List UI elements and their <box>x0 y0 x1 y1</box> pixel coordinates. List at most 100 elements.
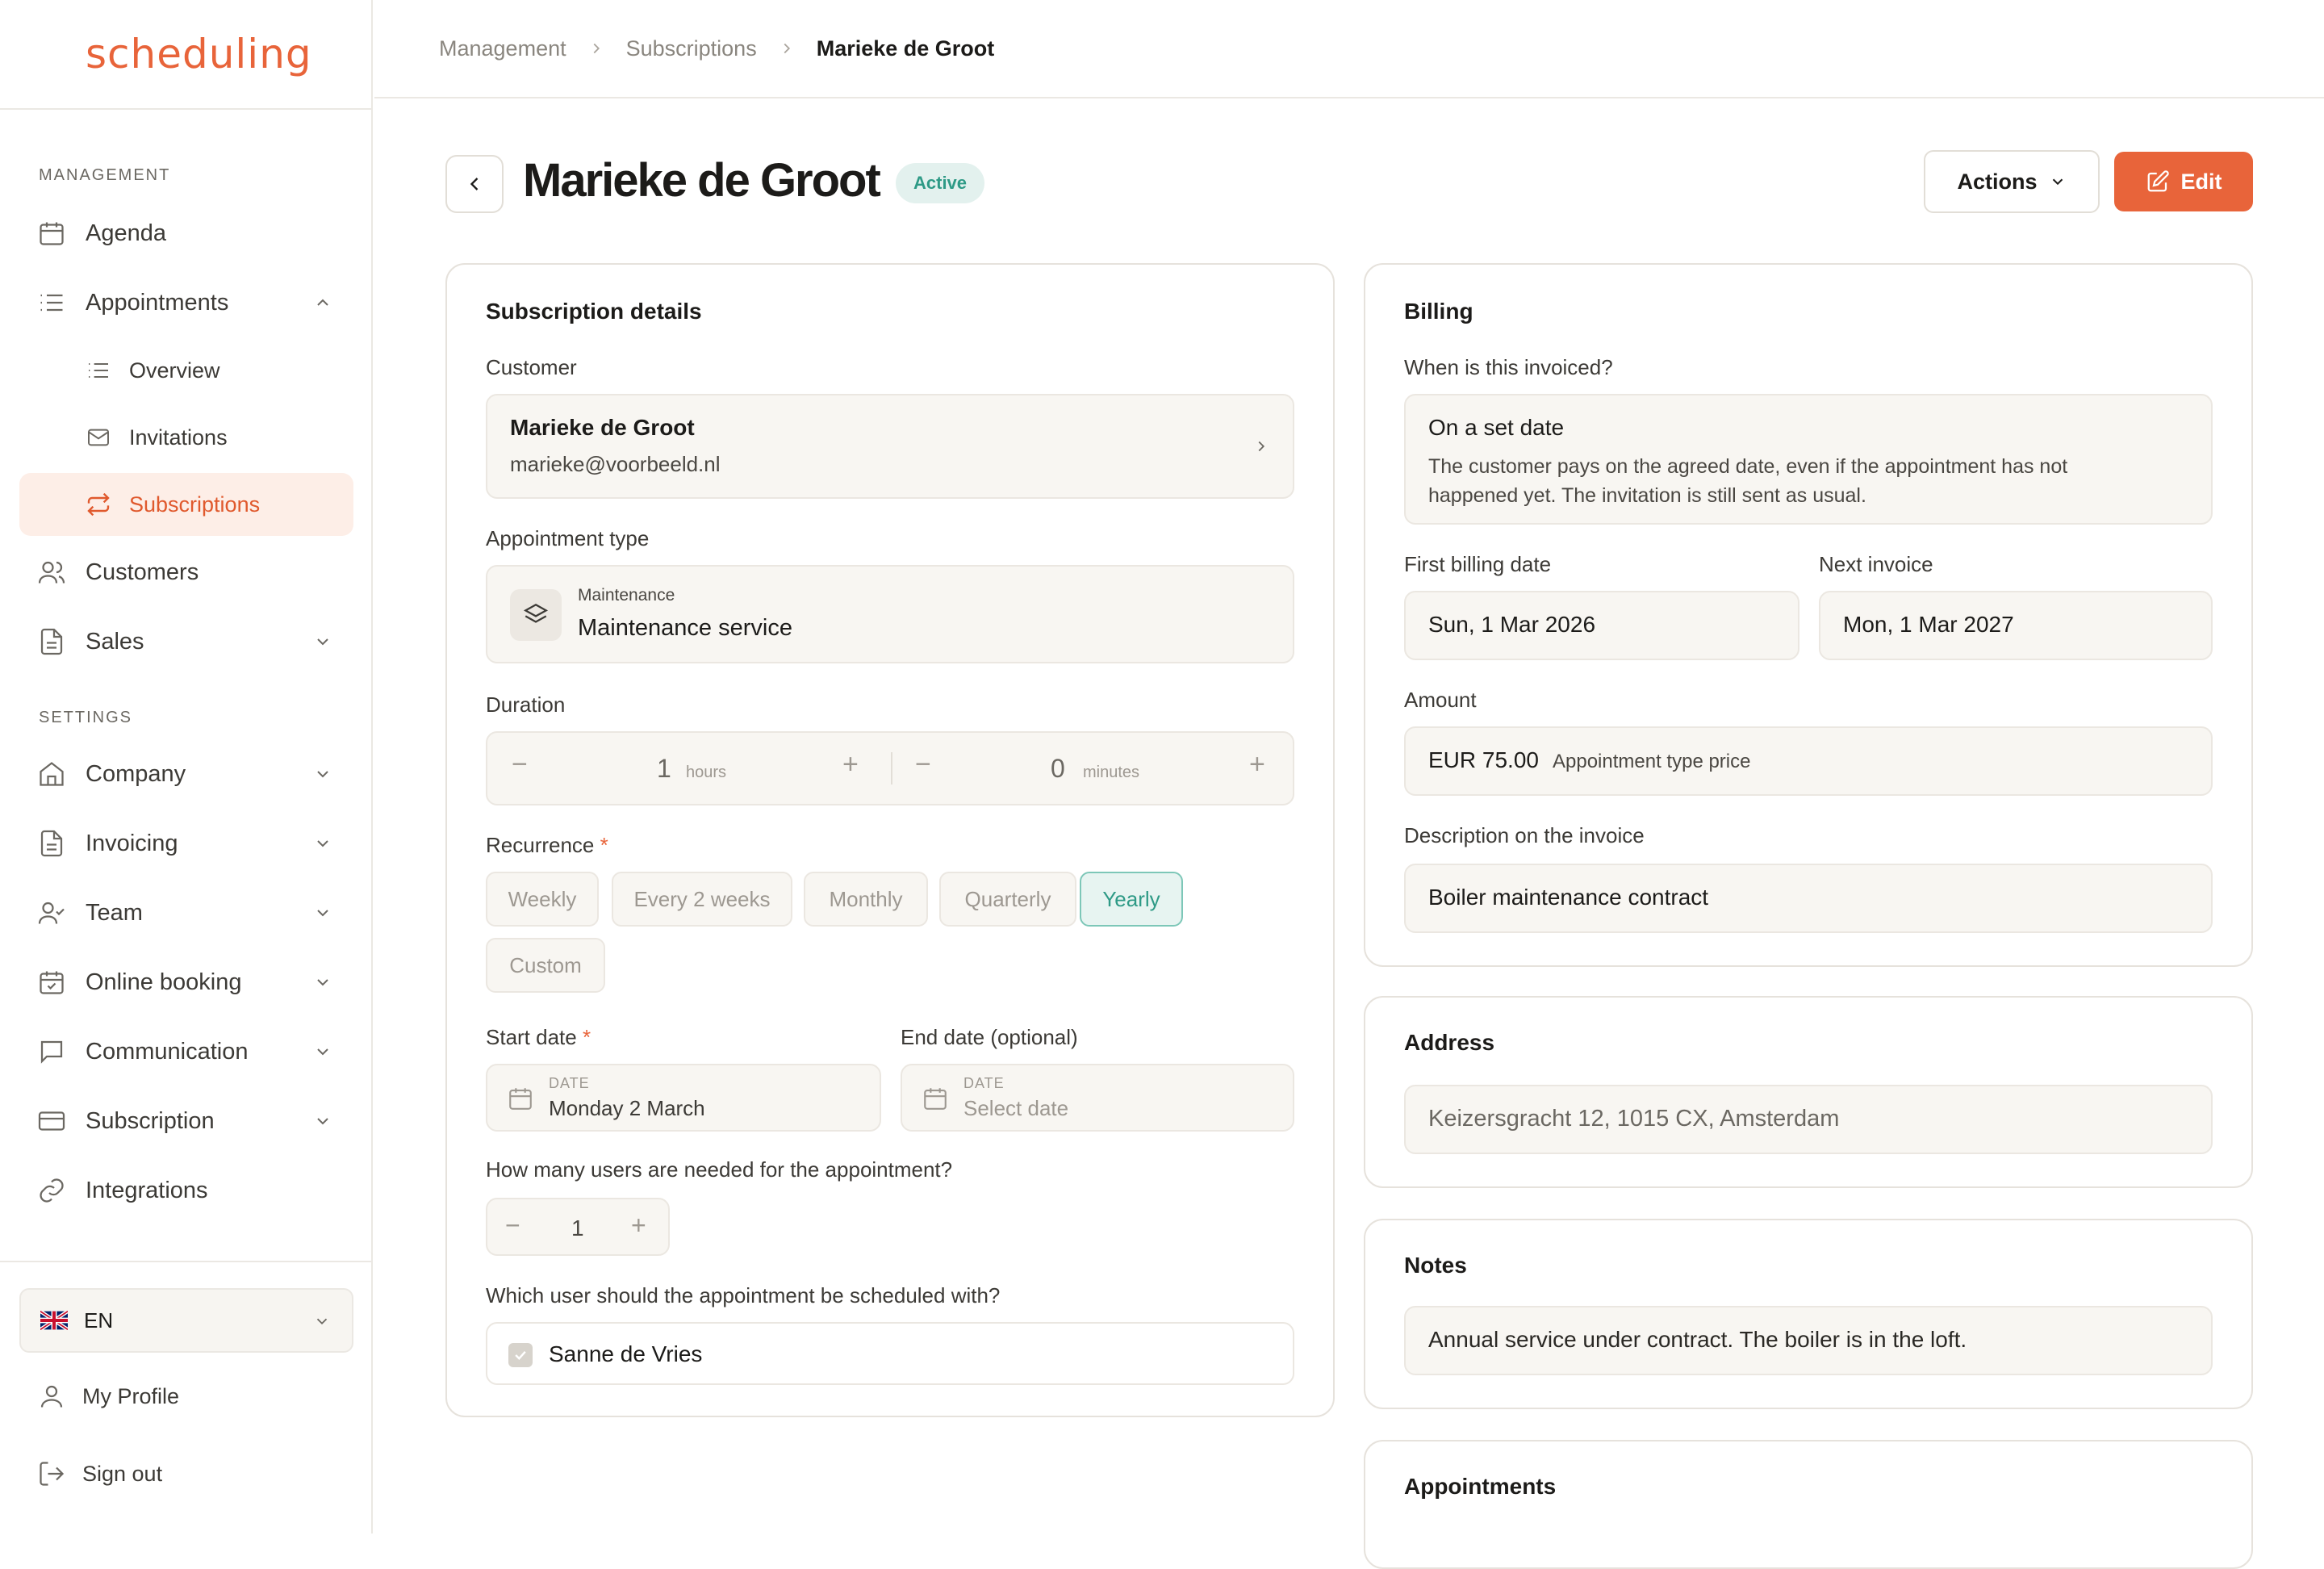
layers-icon <box>510 589 562 641</box>
notes-value: Annual service under contract. The boile… <box>1428 1327 1967 1352</box>
users-needed-stepper: − 1 + <box>486 1198 670 1256</box>
invoicing-moment-select[interactable]: On a set date The customer pays on the a… <box>1404 394 2213 525</box>
chevron-up-icon <box>317 299 328 306</box>
invoice-description-label: Description on the invoice <box>1404 823 1645 847</box>
recurrence-every-2-weeks[interactable]: Every 2 weeks <box>612 872 792 927</box>
minutes-decrement-button[interactable]: − <box>915 749 931 780</box>
first-billing-label: First billing date <box>1404 552 1552 576</box>
customer-name: Marieke de Groot <box>510 415 695 440</box>
hours-increment-button[interactable]: + <box>842 749 859 780</box>
sign-out-link[interactable]: Sign out <box>37 1459 162 1488</box>
document-icon <box>40 830 63 857</box>
minutes-increment-button[interactable]: + <box>1249 749 1265 780</box>
home-icon <box>40 762 64 786</box>
subscription-details-card: Subscription details Customer Marieke de… <box>445 263 1335 1417</box>
duration-label: Duration <box>486 692 566 717</box>
sidebar-item-integrations[interactable]: Integrations <box>19 1159 353 1222</box>
which-user-label: Which user should the appointment be sch… <box>486 1283 1001 1308</box>
address-field[interactable]: Keizersgracht 12, 1015 CX, Amsterdam <box>1404 1085 2213 1154</box>
customer-select[interactable]: Marieke de Groot marieke@voorbeeld.nl <box>486 394 1294 499</box>
status-badge: Active <box>896 163 985 203</box>
back-button[interactable] <box>445 155 504 213</box>
amount-field[interactable]: EUR 75.00 Appointment type price <box>1404 726 2213 796</box>
appointment-name: Maintenance service <box>578 615 792 641</box>
invoice-description-field[interactable]: Boiler maintenance contract <box>1404 864 2213 933</box>
card-heading: Address <box>1404 1030 1495 1055</box>
sidebar-item-agenda[interactable]: Agenda <box>19 202 353 265</box>
user-option[interactable]: Sanne de Vries <box>486 1322 1294 1385</box>
start-date-value: Monday 2 March <box>549 1096 705 1120</box>
recurrence-yearly[interactable]: Yearly <box>1080 872 1183 927</box>
repeat-icon <box>87 492 110 517</box>
appointment-type-label: Appointment type <box>486 526 650 550</box>
chevron-down-icon <box>317 1118 328 1125</box>
sidebar-item-communication[interactable]: Communication <box>19 1020 353 1083</box>
sidebar-item-appointments[interactable]: Appointments <box>19 271 353 334</box>
users-increment-button[interactable]: + <box>631 1211 646 1241</box>
first-billing-date-field[interactable]: Sun, 1 Mar 2026 <box>1404 591 1799 660</box>
start-date-label: Start date * <box>486 1025 591 1049</box>
users-icon <box>38 561 65 584</box>
chevron-left-icon <box>470 178 479 190</box>
invoiced-when-label: When is this invoiced? <box>1404 355 1613 379</box>
minutes-value[interactable]: 0 <box>1051 754 1065 784</box>
amount-note: Appointment type price <box>1553 751 1751 772</box>
edit-button[interactable]: Edit <box>2114 152 2253 211</box>
actions-button[interactable]: Actions <box>1924 150 2100 213</box>
recurrence-quarterly[interactable]: Quarterly <box>939 872 1076 927</box>
sidebar-item-sales[interactable]: Sales <box>19 610 353 673</box>
page-title: Marieke de Groot <box>523 154 881 207</box>
end-date-label: End date (optional) <box>901 1025 1078 1049</box>
amount-label: Amount <box>1404 688 1477 712</box>
list-icon <box>40 294 63 312</box>
sidebar-item-online-booking[interactable]: Online booking <box>19 951 353 1014</box>
sidebar-item-invoicing[interactable]: Invoicing <box>19 812 353 875</box>
breadcrumb-management[interactable]: Management <box>439 36 566 61</box>
customer-label: Customer <box>486 355 577 379</box>
section-label-settings: SETTINGS <box>39 709 133 726</box>
checkbox[interactable] <box>508 1343 533 1367</box>
next-invoice-date-field[interactable]: Mon, 1 Mar 2027 <box>1819 591 2213 660</box>
logo[interactable]: scheduling <box>0 0 371 110</box>
amount-value: EUR 75.00 <box>1428 747 1539 772</box>
appointment-type-select[interactable]: Maintenance Maintenance service <box>486 565 1294 663</box>
duration-input: − 1 hours + − 0 minutes + <box>486 731 1294 805</box>
sidebar: scheduling MANAGEMENT Agenda Appointment… <box>0 0 373 1533</box>
sidebar-item-company[interactable]: Company <box>19 743 353 805</box>
users-decrement-button[interactable]: − <box>505 1211 520 1241</box>
users-needed-value[interactable]: 1 <box>571 1215 584 1241</box>
recurrence-monthly[interactable]: Monthly <box>804 872 928 927</box>
date-caption: DATE <box>549 1075 590 1091</box>
sidebar-item-customers[interactable]: Customers <box>19 541 353 604</box>
notes-card: Notes Annual service under contract. The… <box>1364 1219 2253 1409</box>
invoicing-moment-description: The customer pays on the agreed date, ev… <box>1428 455 2068 507</box>
sidebar-item-team[interactable]: Team <box>19 881 353 944</box>
minutes-unit: minutes <box>1083 764 1140 781</box>
link-icon <box>40 1178 64 1203</box>
chevron-down-icon <box>317 771 328 778</box>
sidebar-item-subscription[interactable]: Subscription <box>19 1090 353 1153</box>
notes-field[interactable]: Annual service under contract. The boile… <box>1404 1306 2213 1375</box>
breadcrumb-subscriptions[interactable]: Subscriptions <box>626 36 757 61</box>
sidebar-item-subscriptions[interactable]: Subscriptions <box>19 473 353 536</box>
start-date-field[interactable]: DATE Monday 2 March <box>486 1064 881 1132</box>
recurrence-custom[interactable]: Custom <box>486 938 605 993</box>
address-card: Address Keizersgracht 12, 1015 CX, Amste… <box>1364 996 2253 1188</box>
users-needed-label: How many users are needed for the appoin… <box>486 1157 953 1182</box>
document-icon <box>40 628 63 655</box>
chevron-down-icon <box>2052 178 2063 186</box>
end-date-field[interactable]: DATE Select date <box>901 1064 1294 1132</box>
my-profile-link[interactable]: My Profile <box>37 1382 179 1411</box>
sidebar-item-invitations[interactable]: Invitations <box>19 406 353 469</box>
language-select[interactable]: EN <box>19 1288 353 1353</box>
hours-decrement-button[interactable]: − <box>512 749 528 780</box>
breadcrumb: Management Subscriptions Marieke de Groo… <box>374 0 2324 98</box>
uk-flag-icon <box>40 1311 68 1330</box>
chevron-right-icon <box>784 43 790 54</box>
next-invoice-date-value: Mon, 1 Mar 2027 <box>1843 612 2014 637</box>
hours-value[interactable]: 1 <box>657 754 671 784</box>
sidebar-item-overview[interactable]: Overview <box>19 339 353 402</box>
recurrence-weekly[interactable]: Weekly <box>486 872 599 927</box>
mail-icon <box>88 429 109 446</box>
address-value: Keizersgracht 12, 1015 CX, Amsterdam <box>1428 1106 1840 1132</box>
